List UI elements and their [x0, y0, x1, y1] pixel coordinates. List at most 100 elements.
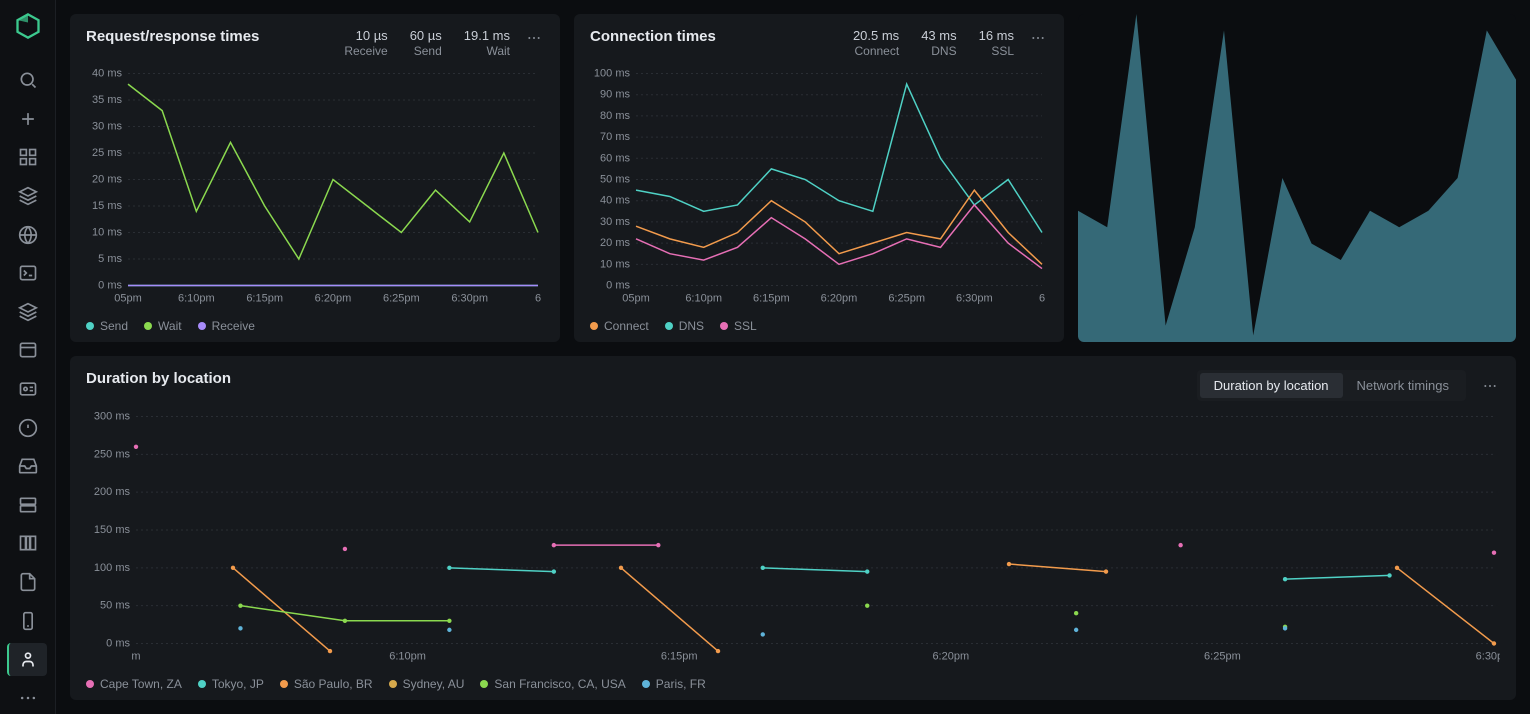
- toggle-option[interactable]: Network timings: [1343, 373, 1463, 398]
- sidebar-alert[interactable]: [8, 411, 48, 444]
- sidebar-mobile[interactable]: [8, 604, 48, 637]
- sidebar-terminal[interactable]: [8, 257, 48, 290]
- card-title: Connection times: [590, 28, 716, 45]
- legend-label: Connect: [604, 319, 649, 333]
- legend-label: Cape Town, ZA: [100, 677, 182, 691]
- svg-text:m: m: [131, 651, 140, 663]
- more-icon[interactable]: [1480, 376, 1500, 396]
- legend-label: São Paulo, BR: [294, 677, 373, 691]
- stat: 20.5 msConnect: [853, 28, 899, 58]
- svg-text:6:15pm: 6:15pm: [246, 293, 283, 305]
- legend-item[interactable]: SSL: [720, 319, 757, 333]
- sidebar-browser[interactable]: [8, 334, 48, 367]
- sidebar-globe[interactable]: [8, 218, 48, 251]
- chart-connection: 0 ms10 ms20 ms30 ms40 ms50 ms60 ms70 ms8…: [590, 66, 1048, 309]
- svg-text:6:25pm: 6:25pm: [888, 293, 925, 305]
- sidebar: [0, 0, 56, 714]
- logo: [14, 12, 42, 40]
- svg-text:6:30pm: 6:30pm: [451, 293, 488, 305]
- svg-text:40 ms: 40 ms: [600, 195, 630, 207]
- sidebar-columns[interactable]: [8, 527, 48, 560]
- legend-label: Wait: [158, 319, 182, 333]
- legend-item[interactable]: Paris, FR: [642, 677, 706, 691]
- legend-item[interactable]: DNS: [665, 319, 704, 333]
- toggle-group: Duration by locationNetwork timings: [1197, 370, 1466, 401]
- conn-stats: 20.5 msConnect 43 msDNS 16 msSSL: [853, 28, 1014, 58]
- svg-text:30 ms: 30 ms: [600, 216, 630, 228]
- stat-label: DNS: [921, 44, 956, 58]
- sidebar-inbox[interactable]: [8, 450, 48, 483]
- svg-text:25 ms: 25 ms: [92, 147, 122, 159]
- stat: 10 µsReceive: [344, 28, 387, 58]
- legend-item[interactable]: Cape Town, ZA: [86, 677, 182, 691]
- sidebar-dashboard[interactable]: [8, 141, 48, 174]
- more-icon[interactable]: [524, 28, 544, 48]
- toggle-option[interactable]: Duration by location: [1200, 373, 1343, 398]
- legend-item[interactable]: Sydney, AU: [389, 677, 465, 691]
- stat-value: 43 ms: [921, 28, 956, 44]
- stat-value: 16 ms: [979, 28, 1014, 44]
- sidebar-server[interactable]: [8, 489, 48, 522]
- svg-text:30 ms: 30 ms: [92, 120, 122, 132]
- svg-text:05pm: 05pm: [114, 293, 142, 305]
- svg-text:10 ms: 10 ms: [600, 258, 630, 270]
- svg-text:6:20pm: 6:20pm: [315, 293, 352, 305]
- svg-text:6:20pm: 6:20pm: [932, 651, 969, 663]
- svg-text:5 ms: 5 ms: [98, 253, 122, 265]
- legend-item[interactable]: São Paulo, BR: [280, 677, 373, 691]
- sidebar-layers[interactable]: [8, 296, 48, 329]
- sidebar-more[interactable]: [8, 682, 48, 714]
- sidebar-package[interactable]: [8, 180, 48, 213]
- legend-item[interactable]: Receive: [198, 319, 255, 333]
- svg-text:6:20pm: 6:20pm: [821, 293, 858, 305]
- svg-text:0 ms: 0 ms: [606, 280, 630, 292]
- sidebar-badge[interactable]: [8, 373, 48, 406]
- sidebar-search[interactable]: [8, 64, 48, 97]
- chart-duration-location: 0 ms50 ms100 ms150 ms200 ms250 ms300 msm…: [86, 409, 1500, 667]
- svg-text:20 ms: 20 ms: [92, 173, 122, 185]
- svg-text:6:15pm: 6:15pm: [661, 651, 698, 663]
- svg-text:80 ms: 80 ms: [600, 110, 630, 122]
- svg-text:6:25pm: 6:25pm: [1204, 651, 1241, 663]
- stat-label: Receive: [344, 44, 387, 58]
- legend-item[interactable]: Connect: [590, 319, 649, 333]
- stat-label: SSL: [979, 44, 1014, 58]
- svg-text:15 ms: 15 ms: [92, 200, 122, 212]
- stat-label: Connect: [853, 44, 899, 58]
- stat-value: 19.1 ms: [464, 28, 510, 44]
- legend-item[interactable]: Send: [86, 319, 128, 333]
- legend-item[interactable]: Tokyo, JP: [198, 677, 264, 691]
- svg-text:10 ms: 10 ms: [92, 226, 122, 238]
- card-sparkline: [1078, 14, 1516, 342]
- legend-label: Sydney, AU: [403, 677, 465, 691]
- stat: 43 msDNS: [921, 28, 956, 58]
- svg-text:6: 6: [535, 293, 541, 305]
- svg-text:90 ms: 90 ms: [600, 89, 630, 101]
- legend-item[interactable]: Wait: [144, 319, 182, 333]
- stat: 19.1 msWait: [464, 28, 510, 58]
- sidebar-add[interactable]: [8, 103, 48, 136]
- sidebar-user[interactable]: [7, 643, 47, 676]
- sidebar-document[interactable]: [8, 566, 48, 599]
- svg-text:60 ms: 60 ms: [600, 152, 630, 164]
- svg-text:6:10pm: 6:10pm: [178, 293, 215, 305]
- main-content: Request/response times 10 µsReceive60 µs…: [56, 0, 1530, 714]
- legend-label: San Francisco, CA, USA: [494, 677, 625, 691]
- svg-text:40 ms: 40 ms: [92, 67, 122, 79]
- legend-label: Paris, FR: [656, 677, 706, 691]
- svg-text:6: 6: [1039, 293, 1045, 305]
- card-title: Duration by location: [86, 370, 231, 387]
- legend-item[interactable]: San Francisco, CA, USA: [480, 677, 625, 691]
- req-legend: Send Wait Receive: [86, 319, 544, 333]
- stat-value: 20.5 ms: [853, 28, 899, 44]
- stat-value: 60 µs: [410, 28, 442, 44]
- more-icon[interactable]: [1028, 28, 1048, 48]
- card-request-response: Request/response times 10 µsReceive60 µs…: [70, 14, 560, 342]
- stat-value: 10 µs: [344, 28, 387, 44]
- legend-label: Receive: [212, 319, 255, 333]
- svg-text:6:10pm: 6:10pm: [389, 651, 426, 663]
- legend-label: Send: [100, 319, 128, 333]
- chart-request-response: 0 ms5 ms10 ms15 ms20 ms25 ms30 ms35 ms40…: [86, 66, 544, 309]
- svg-text:05pm: 05pm: [622, 293, 650, 305]
- svg-text:6:15pm: 6:15pm: [753, 293, 790, 305]
